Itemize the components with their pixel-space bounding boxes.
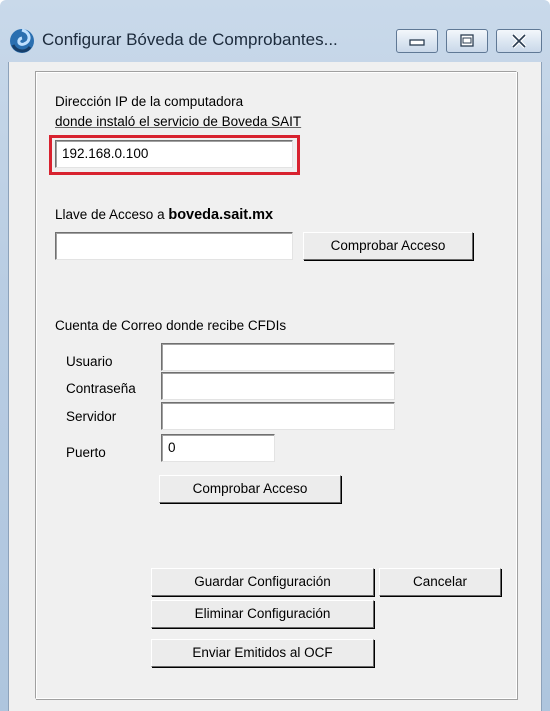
config-window: Configurar Bóveda de Comprobantes... Dir… — [0, 0, 550, 711]
access-key-label-prefix: Llave de Acceso a — [55, 207, 165, 222]
title-bar[interactable]: Configurar Bóveda de Comprobantes... — [0, 0, 550, 58]
maximize-icon — [460, 34, 474, 47]
save-config-button[interactable]: Guardar Configuración — [151, 568, 374, 596]
close-icon — [511, 33, 527, 49]
password-input[interactable] — [161, 372, 395, 400]
email-heading: Cuenta de Correo donde recibe CFDIs — [55, 318, 287, 333]
password-label: Contraseña — [66, 381, 136, 396]
check-access-key-button[interactable]: Comprobar Acceso — [303, 232, 473, 260]
server-input[interactable] — [161, 402, 395, 430]
access-key-domain: boveda.sait.mx — [168, 207, 274, 223]
minimize-button[interactable] — [396, 29, 438, 53]
access-key-input[interactable] — [55, 232, 293, 260]
maximize-button[interactable] — [446, 29, 488, 53]
app-swirl-icon — [10, 28, 34, 53]
minimize-icon — [409, 39, 425, 46]
dialog-client-area: Dirección IP de la computadora donde ins… — [8, 62, 542, 711]
port-label: Puerto — [66, 445, 106, 460]
send-emitted-button[interactable]: Enviar Emitidos al OCF — [151, 639, 374, 667]
close-button[interactable] — [496, 29, 542, 53]
server-label: Servidor — [66, 409, 117, 424]
port-input[interactable]: 0 — [161, 434, 275, 462]
ip-highlight-box — [49, 135, 300, 175]
check-email-access-button[interactable]: Comprobar Acceso — [159, 475, 341, 503]
access-key-label: Llave de Acceso a boveda.sait.mx — [55, 207, 273, 223]
ip-label-line1: Dirección IP de la computadora — [55, 94, 244, 109]
ip-label-line2: donde instaló el servicio de Boveda SAIT — [55, 114, 302, 129]
user-label: Usuario — [66, 354, 113, 369]
cancel-button[interactable]: Cancelar — [379, 568, 501, 596]
window-title: Configurar Bóveda de Comprobantes... — [42, 30, 338, 49]
delete-config-button[interactable]: Eliminar Configuración — [151, 600, 374, 628]
user-input[interactable] — [161, 343, 395, 371]
